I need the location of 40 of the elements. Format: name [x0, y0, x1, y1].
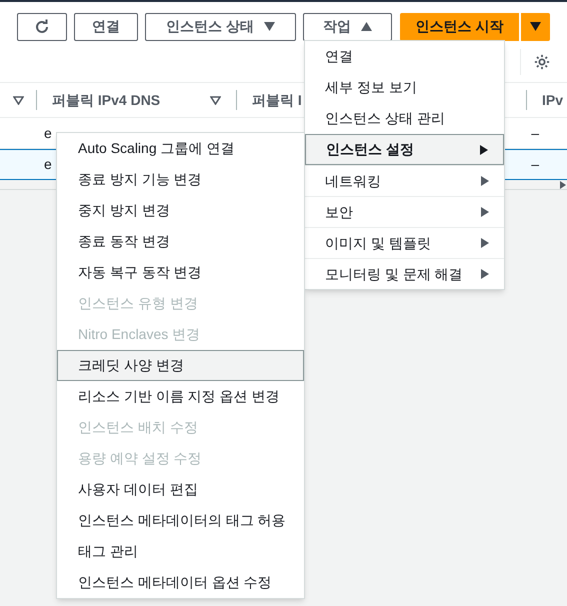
refresh-button[interactable]: [17, 12, 67, 40]
column-header[interactable]: IPv: [542, 90, 564, 110]
column-header[interactable]: 퍼블릭 I: [252, 90, 302, 110]
caret-down-icon: [530, 22, 541, 31]
menu-item[interactable]: 인스턴스 설정: [305, 134, 504, 165]
menu-item[interactable]: 인스턴스 상태 관리: [305, 103, 504, 134]
menu-item[interactable]: 사용자 데이터 편집: [57, 474, 304, 505]
table-cell-text: e: [44, 124, 52, 142]
sort-icon: [210, 96, 221, 104]
submenu-arrow-icon: [481, 176, 489, 186]
menu-item[interactable]: 세부 정보 보기: [305, 72, 504, 103]
caret-down-icon: [264, 22, 275, 31]
submenu-arrow-icon: [481, 238, 489, 248]
refresh-icon: [34, 18, 50, 34]
submenu-arrow-icon: [480, 144, 488, 154]
launch-instance-button[interactable]: 인스턴스 시작: [400, 12, 519, 40]
caret-up-icon: [360, 22, 372, 31]
instance-state-button[interactable]: 인스턴스 상태: [145, 12, 296, 40]
connect-button[interactable]: 연결: [74, 12, 138, 40]
menu-item[interactable]: 연결: [305, 41, 504, 72]
menu-item[interactable]: 태그 관리: [57, 536, 304, 567]
menu-item[interactable]: 리소스 기반 이름 지정 옵션 변경: [57, 381, 304, 412]
table-cell-text: –: [531, 124, 539, 142]
menu-item[interactable]: 크레딧 사양 변경: [57, 350, 304, 381]
menu-item[interactable]: 인스턴스 메타데이터의 태그 허용: [57, 505, 304, 536]
settings-icon[interactable]: [533, 53, 551, 71]
sort-icon: [13, 96, 24, 104]
menu-item[interactable]: 종료 동작 변경: [57, 226, 304, 257]
submenu-arrow-icon: [481, 207, 489, 217]
menu-item[interactable]: 자동 복구 동작 변경: [57, 257, 304, 288]
menu-item[interactable]: 종료 방지 기능 변경: [57, 164, 304, 195]
scroll-right-icon[interactable]: [560, 180, 566, 188]
menu-item[interactable]: 중지 방지 변경: [57, 195, 304, 226]
submenu-arrow-icon: [481, 269, 489, 279]
menu-item[interactable]: Auto Scaling 그룹에 연결: [57, 133, 304, 164]
menu-item[interactable]: 인스턴스 메타데이터 옵션 수정: [57, 567, 304, 598]
table-cell-text: –: [531, 155, 539, 174]
launch-options-button[interactable]: [520, 12, 550, 40]
column-header[interactable]: 퍼블릭 IPv4 DNS: [52, 90, 160, 110]
table-cell-text: e: [44, 155, 52, 174]
